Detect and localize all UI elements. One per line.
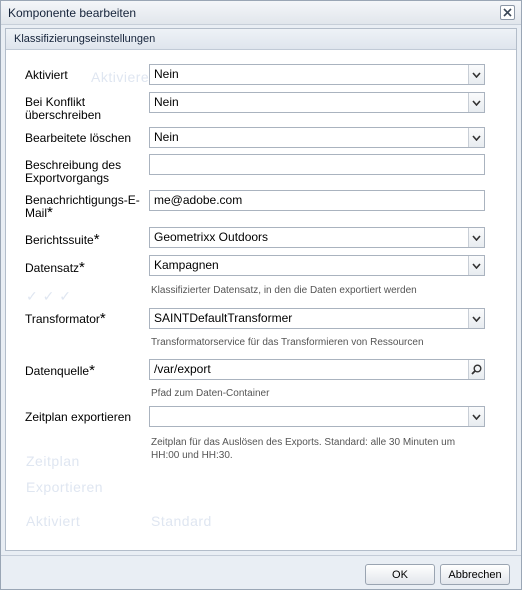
- berichtssuite-label: Berichtssuite*: [25, 231, 100, 248]
- datenquelle-label: Datenquelle*: [25, 362, 95, 379]
- search-icon: [471, 364, 482, 375]
- required-marker: *: [89, 362, 95, 379]
- edit-component-dialog: Komponente bearbeiten Klassifizierungsei…: [0, 0, 522, 590]
- required-marker: *: [99, 310, 106, 327]
- dialog-title: Komponente bearbeiten: [8, 6, 137, 20]
- ghost-text: Aktivieren: [91, 69, 158, 85]
- transformator-help: Transformatorservice für das Transformie…: [151, 337, 424, 348]
- zeitplan-label: Zeitplan exportieren: [25, 410, 132, 424]
- konflikt-label-line2: überschreiben: [25, 108, 102, 122]
- beschreibung-label-line1: Beschreibung des: [25, 158, 122, 172]
- zeitplan-select[interactable]: [149, 406, 485, 427]
- dialog-titlebar: Komponente bearbeiten: [1, 1, 521, 25]
- email-value: me@adobe.com: [154, 193, 243, 207]
- required-marker: *: [79, 259, 85, 276]
- chevron-down-icon: [472, 413, 481, 420]
- datensatz-dropdown-trigger[interactable]: [468, 256, 484, 275]
- loeschen-dropdown-trigger[interactable]: [468, 128, 484, 147]
- chevron-down-icon: [472, 262, 481, 269]
- panel-header: Klassifizierungseinstellungen: [6, 29, 516, 50]
- email-label-line2: Mail*: [25, 204, 53, 221]
- chevron-down-icon: [472, 234, 481, 241]
- konflikt-dropdown-trigger[interactable]: [468, 93, 484, 112]
- aktiviert-dropdown-trigger[interactable]: [468, 65, 484, 84]
- aktiviert-select[interactable]: Nein: [149, 64, 485, 85]
- transformator-value: SAINTDefaultTransformer: [154, 311, 293, 325]
- datenquelle-browse-button[interactable]: [468, 360, 484, 379]
- beschreibung-input[interactable]: [149, 154, 485, 175]
- required-marker: *: [93, 231, 100, 248]
- loeschen-select[interactable]: Nein: [149, 127, 485, 148]
- ghost-text: ✓ ✓ ✓: [26, 288, 72, 304]
- datenquelle-input[interactable]: /var/export: [149, 359, 485, 380]
- transformator-select[interactable]: SAINTDefaultTransformer: [149, 308, 485, 329]
- zeitplan-help-line2: HH:00 und HH:30.: [151, 450, 233, 461]
- datensatz-label-text: Datensatz: [25, 261, 80, 275]
- konflikt-value: Nein: [154, 95, 179, 109]
- ghost-text: Zeitplan: [26, 453, 80, 469]
- cancel-button[interactable]: Abbrechen: [440, 564, 510, 585]
- konflikt-label-line1: Bei Konflikt: [25, 95, 86, 109]
- datensatz-label: Datensatz*: [25, 259, 85, 276]
- panel-title: Klassifizierungseinstellungen: [14, 33, 156, 45]
- aktiviert-value: Nein: [154, 67, 179, 81]
- required-marker: *: [47, 204, 53, 221]
- berichtssuite-value: Geometrixx Outdoors: [154, 230, 269, 244]
- email-label-text: Mail: [25, 206, 48, 220]
- email-input[interactable]: me@adobe.com: [149, 190, 485, 211]
- zeitplan-help-line1: Zeitplan für das Auslösen des Exports. S…: [151, 437, 456, 448]
- aktiviert-label: Aktiviert: [25, 68, 68, 82]
- ghost-text: Aktiviert: [26, 513, 81, 529]
- datenquelle-label-text: Datenquelle: [25, 364, 90, 378]
- chevron-down-icon: [472, 315, 481, 322]
- berichtssuite-select[interactable]: Geometrixx Outdoors: [149, 227, 485, 248]
- loeschen-value: Nein: [154, 130, 179, 144]
- loeschen-label: Bearbeitete löschen: [25, 131, 132, 145]
- close-button[interactable]: [500, 5, 515, 20]
- beschreibung-label-line2: Exportvorgangs: [25, 171, 110, 185]
- footer-divider: [1, 555, 521, 556]
- datenquelle-help: Pfad zum Daten-Container: [151, 388, 270, 399]
- chevron-down-icon: [472, 99, 481, 106]
- berichtssuite-label-text: Berichtssuite: [25, 233, 94, 247]
- email-label-line1: Benachrichtigungs-E-: [25, 193, 140, 207]
- datensatz-value: Kampagnen: [154, 258, 219, 272]
- ghost-text: Exportieren: [26, 479, 104, 495]
- chevron-down-icon: [472, 134, 481, 141]
- transformator-dropdown-trigger[interactable]: [468, 309, 484, 328]
- berichtssuite-dropdown-trigger[interactable]: [468, 228, 484, 247]
- transformator-label-text: Transformator: [25, 312, 100, 326]
- datenquelle-value: /var/export: [154, 362, 211, 376]
- zeitplan-dropdown-trigger[interactable]: [468, 407, 484, 426]
- konflikt-select[interactable]: Nein: [149, 92, 485, 113]
- chevron-down-icon: [472, 71, 481, 78]
- datensatz-select[interactable]: Kampagnen: [149, 255, 485, 276]
- close-icon: [503, 8, 512, 17]
- transformator-label: Transformator*: [25, 310, 106, 327]
- ghost-text: Standard: [151, 513, 212, 529]
- datensatz-help: Klassifizierter Datensatz, in den die Da…: [151, 285, 417, 296]
- ok-button[interactable]: OK: [365, 564, 435, 585]
